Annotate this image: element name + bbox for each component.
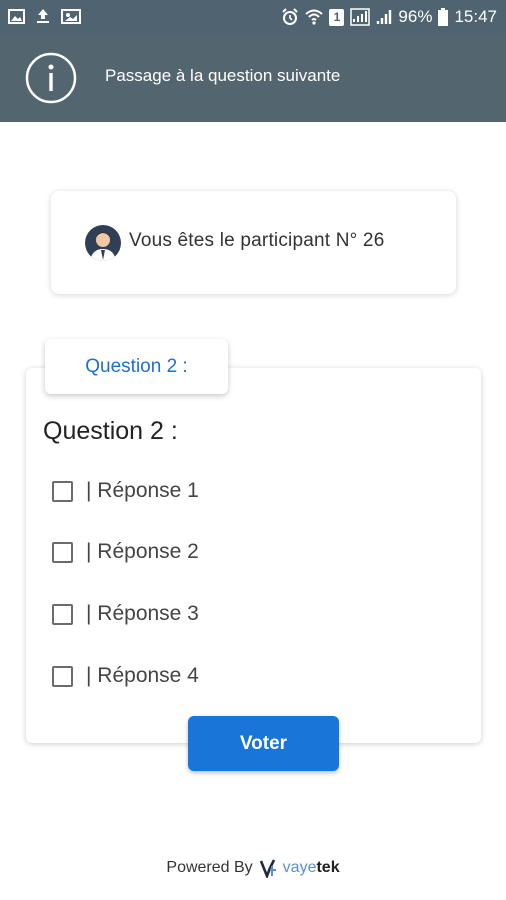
participant-number: Vous êtes le participant N° 26 (129, 230, 385, 251)
answer-option-2[interactable]: | Réponse 2 (52, 537, 199, 567)
powered-by-label: Powered By (166, 859, 253, 876)
answer-option-1[interactable]: | Réponse 1 (52, 476, 199, 506)
sim-icon: 1 (329, 8, 345, 26)
vayetek-logo-icon (259, 859, 276, 878)
answer-label: | Réponse 4 (86, 664, 199, 687)
alarm-icon (282, 8, 299, 25)
vote-button[interactable]: Voter (188, 716, 339, 771)
signal-strength-icon (377, 10, 392, 24)
brand-logo: vaye tek (259, 858, 340, 878)
status-right-icons: 1 96% 15:47 (281, 6, 497, 28)
notification-message: Passage à la question suivante (105, 66, 341, 85)
brand-name-bold: tek (316, 859, 340, 876)
clock: 15:47 (454, 7, 497, 26)
participant-card: Vous êtes le participant N° 26 (51, 191, 456, 294)
answer-label: | Réponse 1 (86, 479, 199, 502)
answer-checkbox[interactable] (52, 541, 73, 563)
question-tab: Question 2 : (45, 339, 228, 394)
photo-gallery-icon (61, 8, 81, 24)
user-avatar-icon (85, 225, 121, 261)
status-bar: 1 96% 15:47 (0, 0, 506, 36)
answer-checkbox[interactable] (52, 480, 73, 502)
answer-label: | Réponse 2 (86, 540, 199, 563)
status-left-icons (8, 8, 81, 24)
answer-checkbox[interactable] (52, 665, 73, 687)
info-icon (25, 52, 77, 104)
answer-label: | Réponse 3 (86, 602, 199, 625)
battery-icon (438, 8, 449, 26)
answer-checkbox[interactable] (52, 603, 73, 625)
signal-icon (350, 8, 371, 26)
brand-name-light: vaye (282, 859, 317, 876)
wifi-icon (305, 9, 324, 25)
battery-percent: 96% (398, 7, 433, 26)
answer-option-3[interactable]: | Réponse 3 (52, 599, 199, 629)
image-icon (8, 8, 25, 24)
answer-option-4[interactable]: | Réponse 4 (52, 661, 199, 691)
question-title: Question 2 : (43, 417, 178, 445)
notification-banner: Passage à la question suivante (0, 36, 506, 122)
powered-by-footer: Powered By vaye tek (0, 858, 506, 878)
upload-icon (37, 9, 49, 23)
